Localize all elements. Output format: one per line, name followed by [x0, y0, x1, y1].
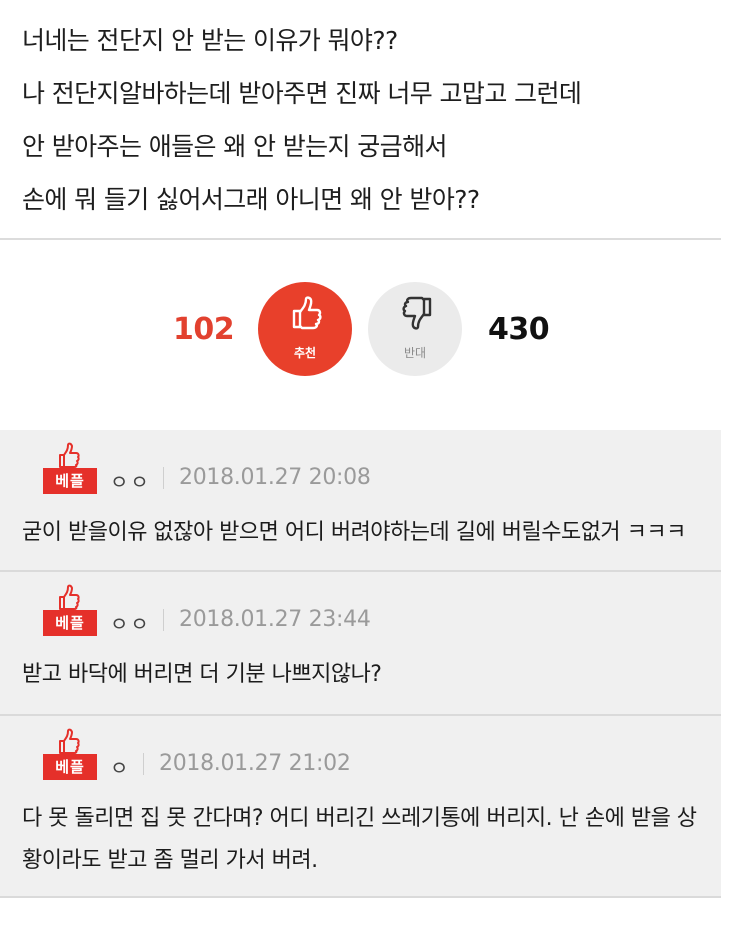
- comment-date: 2018.01.27 20:08: [179, 465, 371, 490]
- comment-text: 다 못 돌리면 집 못 간다며? 어디 버리긴 쓰레기통에 버리지. 난 손에 …: [22, 806, 697, 873]
- comment-author: ㅇㅇ: [110, 470, 151, 494]
- post-line: 나 전단지알바하는데 받아주면 진짜 너무 고맙고 그런데: [22, 79, 582, 108]
- best-badge: 베플: [43, 584, 97, 638]
- comment-item: 베플 ㅇㅇ 2018.01.27 20:08 굳이 받을이유 없잖아 받으면 어…: [0, 430, 721, 572]
- post-body: 너네는 전단지 안 받는 이유가 뭐야?? 나 전단지알바하는데 받아주면 진짜…: [22, 14, 722, 226]
- separator: [163, 467, 164, 489]
- upvote-count: 102: [173, 312, 235, 347]
- best-comments-list: 베플 ㅇㅇ 2018.01.27 20:08 굳이 받을이유 없잖아 받으면 어…: [0, 430, 721, 898]
- upvote-label: 추천: [293, 346, 317, 360]
- best-badge: 베플: [43, 442, 97, 496]
- downvote-button[interactable]: 반대: [368, 282, 462, 376]
- thumbs-up-icon: [59, 442, 80, 468]
- comment-date: 2018.01.27 21:02: [159, 751, 351, 776]
- vote-area: 102 추천 반대 430: [0, 282, 747, 377]
- separator: [143, 753, 144, 775]
- post-line: 너네는 전단지 안 받는 이유가 뭐야??: [22, 26, 398, 55]
- divider: [0, 238, 721, 240]
- comment-header: 베플 ㅇㅇ 2018.01.27 23:44: [22, 572, 699, 650]
- comment-header: 베플 ㅇㅇ 2018.01.27 20:08: [22, 430, 699, 508]
- thumbs-down-icon: [402, 296, 432, 330]
- best-label: 베플: [43, 610, 97, 636]
- upvote-button[interactable]: 추천: [258, 282, 352, 376]
- comment-item: 베플 ㅇㅇ 2018.01.27 23:44 받고 바닥에 버리면 더 기분 나…: [0, 572, 721, 716]
- comment-text: 굳이 받을이유 없잖아 받으면 어디 버려야하는데 길에 버릴수도없거 ㅋㅋㅋ: [22, 520, 686, 545]
- comment-text: 받고 바닥에 버리면 더 기분 나쁘지않나?: [22, 662, 382, 687]
- thumbs-up-icon: [292, 296, 322, 330]
- downvote-label: 반대: [403, 346, 427, 360]
- post-line: 안 받아주는 애들은 왜 안 받는지 궁금해서: [22, 132, 447, 161]
- post-line: 손에 뭐 들기 싫어서그래 아니면 왜 안 받아??: [22, 185, 480, 214]
- comment-item: 베플 ㅇ 2018.01.27 21:02 다 못 돌리면 집 못 간다며? 어…: [0, 716, 721, 898]
- thumbs-up-icon: [59, 584, 80, 610]
- downvote-count: 430: [488, 312, 550, 347]
- best-label: 베플: [43, 468, 97, 494]
- comment-date: 2018.01.27 23:44: [179, 607, 371, 632]
- comment-author: ㅇㅇ: [110, 612, 151, 636]
- thumbs-up-icon: [59, 728, 80, 754]
- best-badge: 베플: [43, 728, 97, 782]
- best-label: 베플: [43, 754, 97, 780]
- comment-header: 베플 ㅇ 2018.01.27 21:02: [22, 716, 699, 794]
- separator: [163, 609, 164, 631]
- comment-author: ㅇ: [110, 756, 131, 780]
